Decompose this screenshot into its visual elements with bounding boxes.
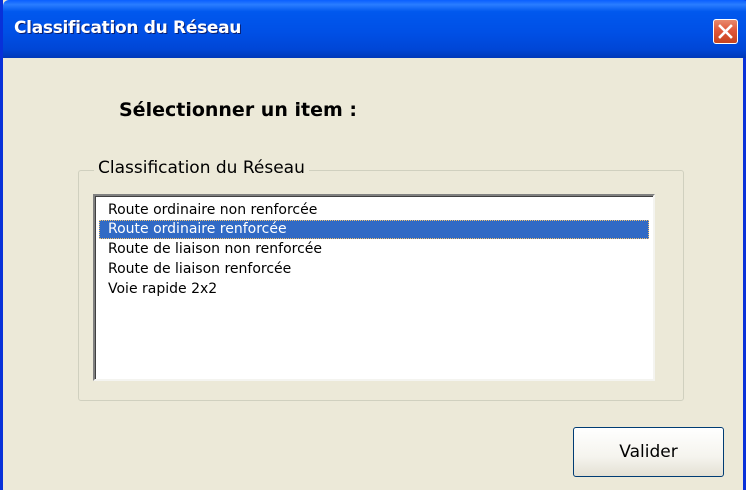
list-item[interactable]: Route de liaison renforcée	[99, 260, 649, 279]
instruction-heading: Sélectionner un item :	[119, 99, 357, 121]
close-button[interactable]	[713, 19, 738, 44]
list-item[interactable]: Route ordinaire non renforcée	[99, 201, 649, 220]
close-icon	[718, 24, 733, 39]
list-item[interactable]: Route de liaison non renforcée	[99, 240, 649, 259]
title-bar[interactable]: Classification du Réseau	[3, 0, 746, 58]
dialog-window: Classification du Réseau Sélectionner un…	[0, 0, 746, 490]
list-item-selected[interactable]: Route ordinaire renforcée	[99, 220, 649, 239]
valider-button[interactable]: Valider	[573, 427, 724, 477]
classification-listbox[interactable]: Route ordinaire non renforcée Route ordi…	[93, 194, 655, 381]
list-item[interactable]: Voie rapide 2x2	[99, 280, 649, 299]
window-title: Classification du Réseau	[14, 18, 242, 38]
group-label: Classification du Réseau	[94, 158, 309, 178]
